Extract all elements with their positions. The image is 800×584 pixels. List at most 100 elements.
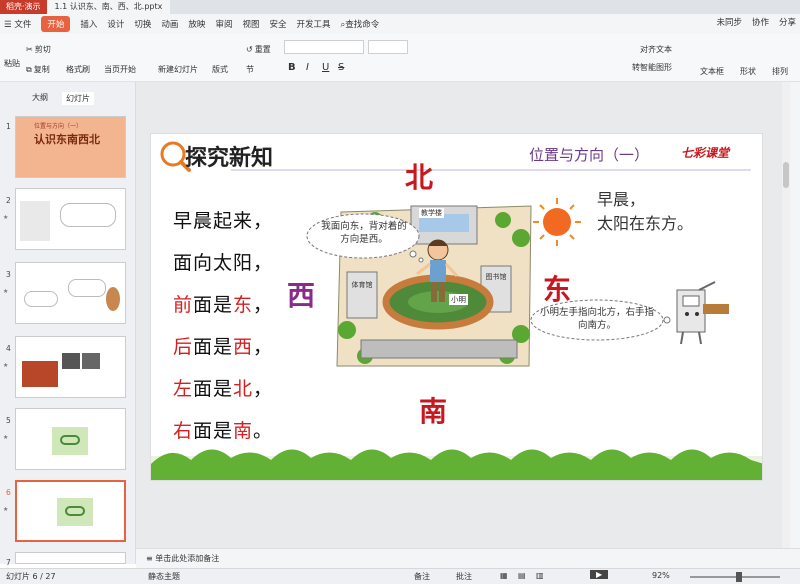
- menu-developer[interactable]: 开发工具: [296, 18, 330, 30]
- normal-view-icon[interactable]: ▦: [500, 571, 508, 580]
- menu-view[interactable]: 视图: [242, 18, 259, 30]
- thumb-graphic: [82, 353, 100, 369]
- strikethrough-button[interactable]: S: [338, 62, 344, 73]
- poem-word: 后: [173, 336, 194, 358]
- shape-button[interactable]: 形状: [740, 66, 756, 77]
- slide-counter: 幻灯片 6 / 27: [6, 572, 56, 581]
- reading-view-icon[interactable]: ▥: [536, 571, 544, 580]
- arrange-label: 排列: [772, 67, 788, 76]
- section-button[interactable]: 节: [246, 64, 254, 75]
- slide-thumbnail[interactable]: [15, 336, 126, 398]
- copy-icon: ⧉: [26, 64, 32, 74]
- right-task-rail[interactable]: [790, 82, 800, 548]
- tab-slides[interactable]: 幻灯片: [62, 92, 94, 105]
- poem-word: 面是: [193, 378, 234, 400]
- label-school-building: 教学楼: [419, 208, 444, 218]
- notes-pane[interactable]: ≡ 单击此处添加备注: [136, 548, 800, 568]
- smartart-label: 转智能图形: [632, 63, 672, 72]
- slide[interactable]: 探究新知 位置与方向（一） 七彩课堂 早晨起来， 面向太阳， 前面是东， 后面是…: [150, 133, 763, 481]
- menu-file[interactable]: ☰ 文件: [4, 18, 31, 30]
- slide-thumbnail[interactable]: [15, 262, 126, 324]
- play-slideshow-button[interactable]: ▶: [590, 570, 609, 579]
- menu-search[interactable]: ⌕查找命令: [341, 18, 380, 30]
- layout-button[interactable]: 版式: [212, 64, 228, 75]
- compass-west: 西: [287, 279, 316, 312]
- slide-thumbnail[interactable]: 位置与方向（一） 认识东南西北: [15, 116, 126, 178]
- poem-line-6: 右面是南。: [173, 416, 273, 443]
- comment-toggle-button[interactable]: 批注: [456, 571, 472, 582]
- underline-button[interactable]: U: [322, 62, 329, 73]
- slide-thumbnail[interactable]: [15, 552, 126, 564]
- morning-text-1: 早晨，: [597, 190, 646, 209]
- textbox-button[interactable]: 文本框: [700, 66, 724, 77]
- comment-toggle-label: 批注: [456, 572, 472, 581]
- thumb-graphic: [22, 361, 58, 387]
- thumb-graphic: [106, 287, 120, 311]
- slide-thumbnail[interactable]: [15, 408, 126, 470]
- zoom-level[interactable]: 92%: [652, 571, 670, 580]
- format-painter-label: 格式刷: [66, 65, 90, 74]
- menu-start[interactable]: 开始: [41, 16, 71, 32]
- pane-tabs: 大纲 幻灯片: [0, 82, 135, 105]
- bold-button[interactable]: B: [288, 62, 296, 73]
- sorter-view-icon[interactable]: ▤: [518, 571, 526, 580]
- zoom-slider[interactable]: [690, 576, 780, 578]
- new-slide-label: 新建幻灯片: [158, 65, 198, 74]
- arrange-button[interactable]: 排列: [772, 66, 788, 77]
- status-bar: 幻灯片 6 / 27 静态主题 备注 批注 ▦ ▤ ▥ ▶ 92%: [0, 568, 800, 584]
- menu-transition[interactable]: 切换: [134, 18, 151, 30]
- format-painter-button[interactable]: 格式刷: [66, 64, 90, 75]
- compass-east: 东: [543, 273, 572, 306]
- poem-word: 。: [253, 420, 274, 442]
- from-current-label: 当页开始: [104, 65, 136, 74]
- poem-word: 面是: [193, 420, 234, 442]
- poem-word: 前: [173, 294, 194, 316]
- document-tab[interactable]: 1.1 认识东、南、西、北.pptx: [46, 0, 171, 14]
- sync-status[interactable]: 未同步: [716, 16, 742, 28]
- tab-outline[interactable]: 大纲: [32, 92, 48, 105]
- slide-thumbnail-pane: 大纲 幻灯片 1 位置与方向（一） 认识东南西北 2 ★ 3 ★ 4 ★ 5 ★…: [0, 82, 136, 567]
- menu-security[interactable]: 安全: [269, 18, 286, 30]
- document-tab-label: 1.1 认识东、南、西、北.pptx: [54, 2, 163, 11]
- menu-insert[interactable]: 插入: [80, 18, 97, 30]
- shape-label: 形状: [740, 67, 756, 76]
- share-button[interactable]: 分享: [779, 16, 796, 28]
- paste-button[interactable]: 粘贴: [4, 58, 20, 69]
- smartart-button[interactable]: 转智能图形: [632, 62, 672, 73]
- thumb1-title: 认识东南西北: [34, 133, 100, 146]
- poem-word: 面是: [193, 294, 234, 316]
- poem-line-4: 后面是西，: [173, 332, 273, 359]
- menu-design[interactable]: 设计: [107, 18, 124, 30]
- app-tab[interactable]: 稻壳·演示: [0, 0, 47, 14]
- new-slide-button[interactable]: 新建幻灯片: [158, 64, 198, 75]
- textbox-label: 文本框: [700, 67, 724, 76]
- cut-button[interactable]: ✂ 剪切: [26, 44, 51, 55]
- font-size-select[interactable]: [368, 40, 408, 54]
- reset-button[interactable]: ↺ 重置: [246, 44, 271, 55]
- thumb-graphic: [60, 435, 80, 445]
- scrollbar-thumb[interactable]: [783, 162, 789, 188]
- slide-thumbnail-selected[interactable]: [15, 480, 126, 542]
- collab-button[interactable]: 协作: [752, 16, 769, 28]
- poem-word: 东: [233, 294, 254, 316]
- zoom-slider-handle[interactable]: [736, 572, 742, 582]
- notes-toggle-button[interactable]: 备注: [414, 571, 430, 582]
- thumb-number: 5: [6, 416, 11, 425]
- menu-slideshow[interactable]: 放映: [188, 18, 205, 30]
- menu-animation[interactable]: 动画: [161, 18, 178, 30]
- vertical-scrollbar[interactable]: [782, 82, 790, 548]
- poem-word: 右: [173, 420, 194, 442]
- bubble-left-text: 我面向东，背对着的方向是西。: [321, 221, 407, 245]
- menu-bar: ☰ 文件 开始 插入 设计 切换 动画 放映 审阅 视图 安全 开发工具 ⌕查找…: [0, 14, 800, 34]
- cut-label: 剪切: [34, 45, 51, 54]
- slide-subtitle: 位置与方向（一）: [529, 146, 650, 164]
- font-family-select[interactable]: [284, 40, 364, 54]
- thumb-number: 7: [6, 558, 11, 567]
- thumb-number: 1: [6, 122, 11, 131]
- copy-button[interactable]: ⧉ 复制: [26, 64, 50, 75]
- slide-thumbnail[interactable]: [15, 188, 126, 250]
- menu-review[interactable]: 审阅: [215, 18, 232, 30]
- from-current-button[interactable]: 当页开始: [104, 64, 136, 75]
- italic-button[interactable]: I: [306, 62, 309, 73]
- align-text-button[interactable]: 对齐文本: [640, 44, 672, 55]
